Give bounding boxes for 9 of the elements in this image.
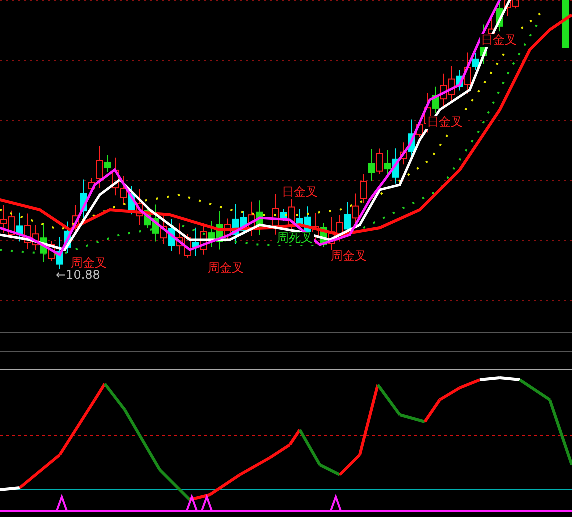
candlestick [562, 0, 569, 48]
signal-label: 日金叉 [426, 116, 464, 129]
signal-label: 周金叉 [207, 262, 245, 275]
signal-label: 周金叉 [330, 250, 368, 263]
signal-label: 日金叉 [480, 34, 518, 47]
signal-label: 周金叉 [70, 257, 108, 270]
price-label: ←10.88 [55, 269, 102, 282]
signal-label: 周死叉 [276, 232, 314, 245]
signal-label: 日金叉 [281, 186, 319, 199]
